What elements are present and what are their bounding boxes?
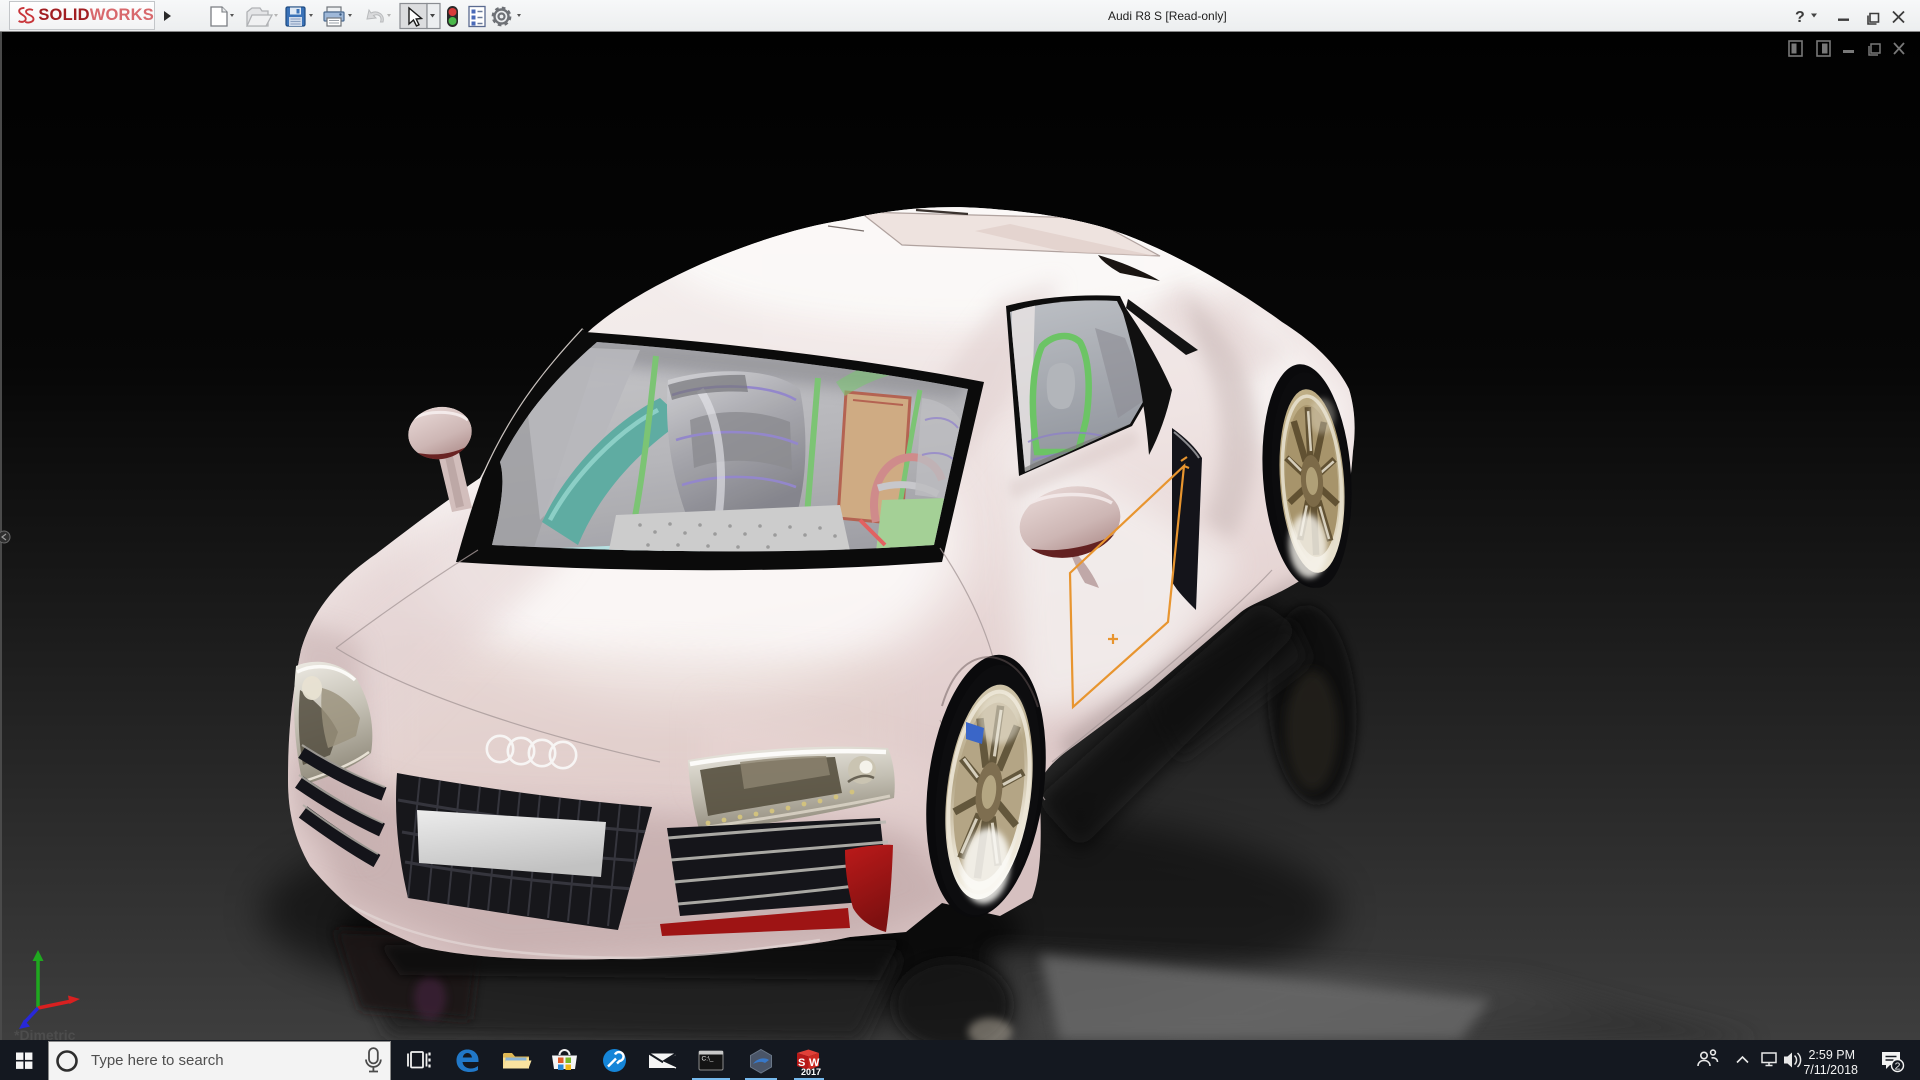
svg-text:2017: 2017 bbox=[801, 1067, 821, 1077]
svg-text:?: ? bbox=[1795, 9, 1805, 26]
svg-text:2:59 PM: 2:59 PM bbox=[1808, 1048, 1855, 1062]
svg-text:C:\_: C:\_ bbox=[702, 1056, 714, 1063]
svg-text:2: 2 bbox=[1895, 1061, 1901, 1073]
svg-text:7/11/2018: 7/11/2018 bbox=[1803, 1063, 1858, 1077]
